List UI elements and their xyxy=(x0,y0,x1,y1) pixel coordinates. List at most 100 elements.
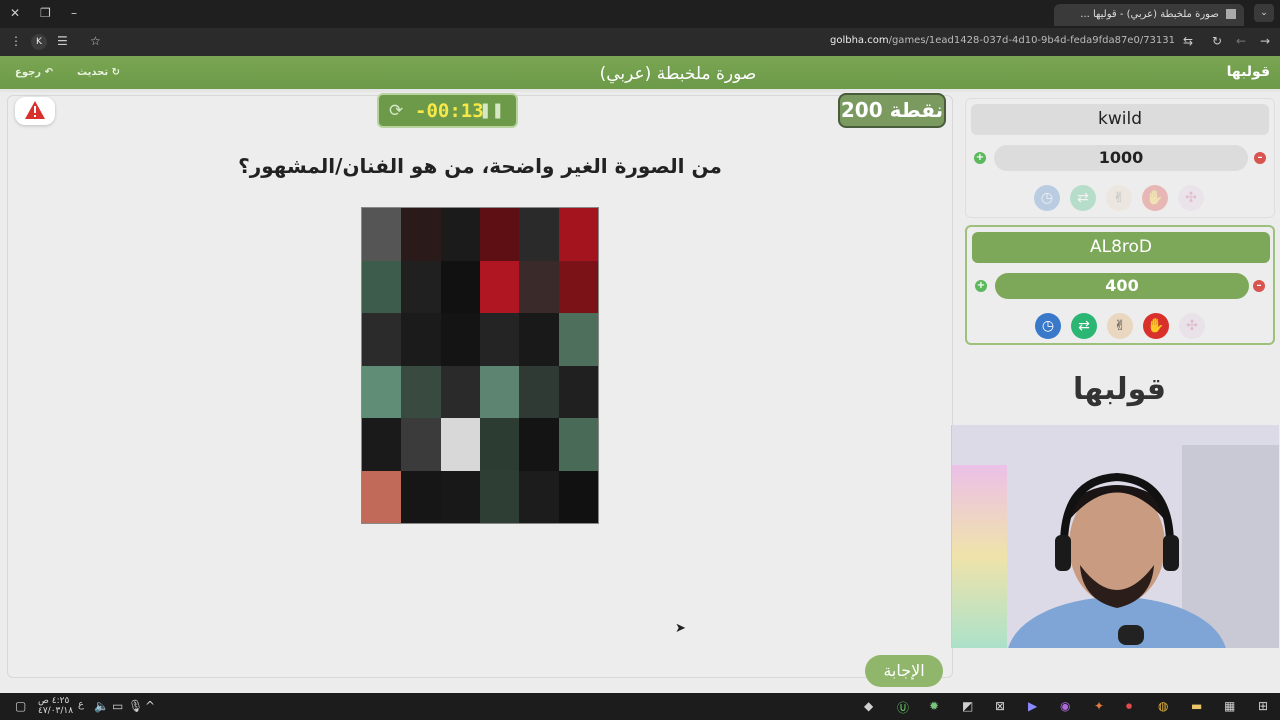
close-window-icon[interactable]: ✕ xyxy=(10,6,20,20)
obs-icon[interactable]: ◉ xyxy=(1060,699,1070,713)
capcut-icon[interactable]: ◩ xyxy=(962,699,973,713)
puzzle-tile xyxy=(401,365,441,418)
browser-tab[interactable]: صورة ملخبطة (عربي) - قوليها ... xyxy=(1054,4,1244,26)
puzzle-tile xyxy=(558,470,598,523)
pin-icon[interactable]: ✣ xyxy=(1178,185,1204,211)
puzzle-tile xyxy=(519,365,559,418)
app-u-icon[interactable]: Ⓤ xyxy=(897,699,909,716)
site-settings-icon[interactable]: ⇆ xyxy=(1183,34,1193,48)
puzzle-tile xyxy=(479,470,520,523)
stop-hand-icon[interactable]: ✋ xyxy=(1142,185,1168,211)
player-name: AL8roD xyxy=(972,232,1270,263)
puzzle-tile xyxy=(440,313,480,366)
minimize-window-icon[interactable]: – xyxy=(71,6,77,20)
answer-button[interactable]: الإجابة xyxy=(865,655,943,687)
points-badge: 200 نقطة xyxy=(838,93,946,128)
media-player-icon[interactable]: ▶ xyxy=(1028,699,1037,713)
puzzle-tile xyxy=(558,418,598,471)
record-icon[interactable]: ⏺ xyxy=(1126,699,1132,714)
puzzle-tile xyxy=(362,365,402,418)
tray-expand-icon[interactable]: ^ xyxy=(145,699,155,713)
puzzle-tile xyxy=(362,313,402,366)
taskbar: ▢ ٤:٢٥ ص ٤٧/٠٣/١٨ ع 🔈 ▭ 🎙 ^ ◆ Ⓤ ✹ ◩ ⊠ ▶ … xyxy=(0,693,1280,720)
forward-icon[interactable]: ← xyxy=(1236,34,1246,48)
puzzle-tile xyxy=(479,418,520,471)
store-icon[interactable]: ▦ xyxy=(1224,699,1235,713)
webcam-overlay xyxy=(951,425,1279,648)
puzzle-tile xyxy=(401,313,441,366)
subtract-score-icon[interactable]: – xyxy=(1253,280,1265,292)
add-score-icon[interactable]: + xyxy=(974,152,986,164)
notifications-icon[interactable]: ▢ xyxy=(15,699,26,713)
reset-timer-icon[interactable]: ⟳ xyxy=(389,101,403,121)
puzzle-tile xyxy=(479,260,520,313)
clock-time: ٤:٢٥ ص xyxy=(38,696,70,706)
system-clock[interactable]: ٤:٢٥ ص ٤٧/٠٣/١٨ xyxy=(38,696,73,716)
tune-icon[interactable]: ☰ xyxy=(57,34,68,48)
url-domain: golbha.com xyxy=(830,35,889,46)
puzzle-tile xyxy=(440,208,480,261)
puzzle-tile xyxy=(519,313,559,366)
browser-toolbar: ⋮ K ☰ ☆ golbha.com/games/1ead1428-037d-4… xyxy=(0,28,1280,56)
puzzle-tile xyxy=(362,470,402,523)
start-icon[interactable]: ⊞ xyxy=(1258,699,1268,713)
menu-dots-icon[interactable]: ⋮ xyxy=(10,34,22,48)
timer-value: -00:13 xyxy=(415,100,484,122)
swap-icon[interactable]: ⇄ xyxy=(1070,185,1096,211)
player-card-al8rod: AL8roD + 400 – ◷ ⇄ ✌ ✋ ✣ xyxy=(965,225,1275,345)
game-app-icon[interactable]: ✹ xyxy=(929,699,939,713)
scrambled-image xyxy=(361,207,599,524)
steam-icon[interactable]: ◆ xyxy=(864,699,873,713)
puzzle-tile xyxy=(558,365,598,418)
volume-icon[interactable]: 🔈 xyxy=(94,699,109,713)
bookmark-star-icon[interactable]: ☆ xyxy=(90,34,101,48)
clock-date: ٤٧/٠٣/١٨ xyxy=(38,706,74,716)
language-indicator[interactable]: ع xyxy=(78,699,84,710)
puzzle-tile xyxy=(558,260,598,313)
swap-icon[interactable]: ⇄ xyxy=(1071,313,1097,339)
address-bar[interactable]: golbha.com/games/1ead1428-037d-4d10-9b4d… xyxy=(830,35,1175,46)
puzzle-tile xyxy=(558,313,598,366)
pin-icon[interactable]: ✣ xyxy=(1179,313,1205,339)
puzzle-tile xyxy=(362,260,402,313)
tab-search-icon[interactable]: ⌄ xyxy=(1254,4,1274,22)
network-icon[interactable]: ▭ xyxy=(112,699,123,713)
warning-icon xyxy=(25,101,45,119)
player-score: 400 xyxy=(995,273,1249,299)
xbox-icon[interactable]: ⊠ xyxy=(995,699,1005,713)
puzzle-tile xyxy=(401,260,441,313)
puzzle-tile xyxy=(440,470,480,523)
header-logo[interactable]: قولبها xyxy=(1227,64,1270,80)
two-fingers-icon[interactable]: ✌ xyxy=(1106,185,1132,211)
question-text: من الصورة الغير واضحة، من هو الفنان/المش… xyxy=(238,154,722,178)
pause-icon[interactable]: ❚❚ xyxy=(479,101,504,119)
puzzle-tile xyxy=(479,365,520,418)
back-icon[interactable]: → xyxy=(1260,34,1270,48)
add-score-icon[interactable]: + xyxy=(975,280,987,292)
report-button[interactable] xyxy=(15,97,55,125)
player-score: 1000 xyxy=(994,145,1248,171)
puzzle-tile xyxy=(479,313,520,366)
subtract-score-icon[interactable]: – xyxy=(1254,152,1266,164)
puzzle-tile xyxy=(401,470,441,523)
chrome-icon[interactable]: ◍ xyxy=(1158,699,1168,713)
player-card-kwild: kwild + 1000 – ◷ ⇄ ✌ ✋ ✣ xyxy=(965,98,1275,218)
stopwatch-icon[interactable]: ◷ xyxy=(1034,185,1060,211)
restore-window-icon[interactable]: ❐ xyxy=(40,6,51,20)
reload-icon[interactable]: ↻ xyxy=(1212,34,1222,48)
puzzle-tile xyxy=(440,418,480,471)
two-fingers-icon[interactable]: ✌ xyxy=(1107,313,1133,339)
tool-icon[interactable]: ✦ xyxy=(1094,699,1104,713)
stop-hand-icon[interactable]: ✋ xyxy=(1143,313,1169,339)
app-header: رجوع ↶ تحديث ↻ صورة ملخبطة (عربي) قولبها xyxy=(0,56,1280,92)
puzzle-tile xyxy=(519,470,559,523)
puzzle-tile xyxy=(440,260,480,313)
file-explorer-icon[interactable]: ▬ xyxy=(1191,699,1202,713)
stopwatch-icon[interactable]: ◷ xyxy=(1035,313,1061,339)
puzzle-tile xyxy=(440,365,480,418)
timer: ⟳ -00:13 ❚❚ xyxy=(377,93,518,128)
microphone-icon[interactable]: 🎙 xyxy=(128,699,143,713)
puzzle-tile xyxy=(558,208,598,261)
extension-icon[interactable]: K xyxy=(31,34,47,50)
puzzle-tile xyxy=(362,418,402,471)
